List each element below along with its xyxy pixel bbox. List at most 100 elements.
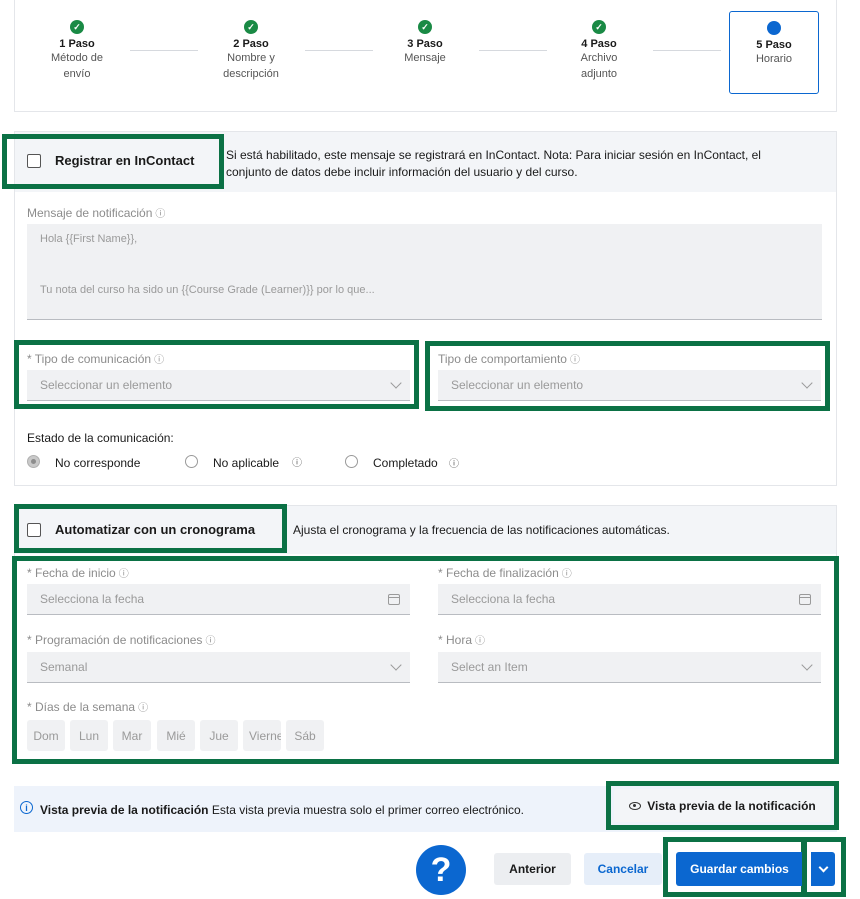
start-date-picker[interactable]: Selecciona la fecha bbox=[27, 584, 410, 615]
end-date-picker[interactable]: Selecciona la fecha bbox=[438, 584, 821, 615]
schedule-description: Ajusta el cronograma y la frecuencia de … bbox=[293, 523, 670, 537]
info-icon: ⓘ bbox=[475, 636, 486, 647]
notification-label-text: Mensaje de notificación bbox=[27, 206, 153, 220]
start-date-placeholder: Selecciona la fecha bbox=[40, 592, 145, 606]
comm-status-label: Estado de la comunicación: bbox=[27, 431, 174, 445]
check-icon: ✓ bbox=[418, 20, 432, 34]
step-title: 4 Paso bbox=[581, 38, 617, 50]
message-line: Hola {{First Name}}, bbox=[40, 233, 138, 245]
schedule-label: Automatizar con un cronograma bbox=[55, 522, 256, 537]
step-sub: adjunto bbox=[580, 68, 618, 80]
step-sub: Nombre y bbox=[227, 52, 275, 64]
preview-info: Vista previa de la notificación Esta vis… bbox=[40, 803, 524, 817]
info-icon: ⓘ bbox=[561, 569, 572, 580]
comm-type-label: * Tipo de comunicación ⓘ bbox=[27, 351, 164, 366]
stepper: ✓ 1 Paso Método de envío ✓ 2 Paso Nombre… bbox=[14, 0, 837, 112]
step-5[interactable]: 5 Paso Horario bbox=[729, 11, 819, 94]
eye-icon bbox=[629, 801, 642, 810]
incontact-desc-line: conjunto de datos debe incluir informaci… bbox=[226, 165, 578, 179]
step-connector bbox=[305, 50, 373, 51]
chevron-down-icon bbox=[390, 659, 402, 671]
step-sub: Archivo bbox=[580, 52, 618, 64]
preview-notification-button[interactable]: Vista previa de la notificación bbox=[614, 789, 831, 822]
chevron-down-icon bbox=[801, 659, 813, 671]
step-sub: Horario bbox=[755, 53, 793, 65]
message-line: Tu nota del curso ha sido un {{Course Gr… bbox=[40, 284, 375, 296]
radio-no-aplicable[interactable] bbox=[185, 455, 198, 468]
schedule-frequency-select[interactable]: Semanal bbox=[27, 652, 410, 683]
cancel-button[interactable]: Cancelar bbox=[584, 853, 662, 885]
start-date-label: * Fecha de inicio ⓘ bbox=[27, 565, 129, 580]
calendar-icon bbox=[388, 594, 400, 605]
check-icon: ✓ bbox=[592, 20, 606, 34]
incontact-desc-line: Si está habilitado, este mensaje se regi… bbox=[226, 148, 761, 162]
incontact-label: Registrar en InContact bbox=[55, 153, 195, 168]
info-icon: ⓘ bbox=[449, 459, 459, 470]
chevron-down-icon bbox=[390, 377, 402, 389]
day-toggle-sab[interactable]: Sáb bbox=[286, 720, 324, 751]
behavior-type-select[interactable]: Seleccionar un elemento bbox=[438, 370, 821, 401]
step-sub: Mensaje bbox=[404, 52, 446, 64]
day-toggle-lun[interactable]: Lun bbox=[70, 720, 108, 751]
chevron-down-icon bbox=[818, 862, 828, 872]
day-toggle-dom[interactable]: Dom bbox=[27, 720, 65, 751]
save-changes-button[interactable]: Guardar cambios bbox=[676, 852, 803, 886]
notification-label: Mensaje de notificación ⓘ bbox=[27, 205, 165, 220]
hour-label: * Hora ⓘ bbox=[438, 632, 485, 647]
step-sub: envío bbox=[63, 68, 91, 80]
behavior-type-placeholder: Seleccionar un elemento bbox=[451, 378, 584, 392]
hour-label-text: * Hora bbox=[438, 633, 473, 647]
calendar-icon bbox=[799, 594, 811, 605]
save-options-dropdown[interactable] bbox=[811, 852, 835, 886]
step-connector bbox=[653, 50, 721, 51]
radio-label: Completado bbox=[373, 456, 438, 470]
hour-placeholder: Select an Item bbox=[451, 660, 528, 674]
day-toggle-jue[interactable]: Jue bbox=[200, 720, 238, 751]
schedule-checkbox[interactable] bbox=[27, 523, 41, 537]
back-button[interactable]: Anterior bbox=[494, 853, 571, 885]
info-icon: ⓘ bbox=[569, 355, 580, 366]
step-1[interactable]: ✓ 1 Paso Método de envío bbox=[32, 0, 122, 82]
step-title: 5 Paso bbox=[756, 39, 792, 51]
radio-completado[interactable] bbox=[345, 455, 358, 468]
end-date-placeholder: Selecciona la fecha bbox=[451, 592, 556, 606]
step-connector bbox=[130, 50, 198, 51]
radio-label: No aplicable bbox=[213, 456, 280, 470]
preview-description: Esta vista previa muestra solo el primer… bbox=[211, 803, 524, 817]
step-4[interactable]: ✓ 4 Paso Archivo adjunto bbox=[554, 0, 644, 82]
current-step-icon bbox=[767, 21, 781, 35]
behavior-type-label: Tipo de comportamiento ⓘ bbox=[438, 351, 580, 366]
weekdays-label-text: * Días de la semana bbox=[27, 700, 136, 714]
weekdays-label: * Días de la semana ⓘ bbox=[27, 699, 148, 714]
notification-message-field[interactable]: Hola {{First Name}}, Tu nota del curso h… bbox=[27, 224, 822, 320]
start-date-label-text: * Fecha de inicio bbox=[27, 566, 116, 580]
radio-label: No corresponde bbox=[55, 456, 141, 470]
check-icon: ✓ bbox=[244, 20, 258, 34]
day-toggle-mie[interactable]: Mié bbox=[157, 720, 195, 751]
schedule-frequency-label: * Programación de notificaciones ⓘ bbox=[27, 632, 215, 647]
day-toggle-mar[interactable]: Mar bbox=[113, 720, 151, 751]
step-sub: descripción bbox=[223, 68, 279, 80]
step-sub: Método de bbox=[51, 52, 103, 64]
info-icon: i bbox=[20, 801, 33, 814]
help-button[interactable]: ? bbox=[416, 845, 466, 895]
check-icon: ✓ bbox=[70, 20, 84, 34]
comm-type-placeholder: Seleccionar un elemento bbox=[40, 378, 173, 392]
comm-type-select[interactable]: Seleccionar un elemento bbox=[27, 370, 410, 401]
hour-select[interactable]: Select an Item bbox=[438, 652, 821, 683]
info-icon: ⓘ bbox=[138, 703, 149, 714]
incontact-checkbox[interactable] bbox=[27, 154, 41, 168]
step-title: 3 Paso bbox=[407, 38, 443, 50]
step-3[interactable]: ✓ 3 Paso Mensaje bbox=[380, 0, 470, 66]
schedule-frequency-label-text: * Programación de notificaciones bbox=[27, 633, 203, 647]
comm-type-label-text: * Tipo de comunicación bbox=[27, 352, 152, 366]
info-icon: ⓘ bbox=[154, 355, 165, 366]
step-2[interactable]: ✓ 2 Paso Nombre y descripción bbox=[206, 0, 296, 82]
preview-button-label: Vista previa de la notificación bbox=[647, 798, 816, 813]
radio-no-corresponde[interactable] bbox=[27, 455, 40, 468]
day-toggle-vie[interactable]: Vierne bbox=[243, 720, 281, 751]
info-icon: ⓘ bbox=[155, 209, 166, 220]
behavior-type-label-text: Tipo de comportamiento bbox=[438, 352, 567, 366]
step-title: 2 Paso bbox=[233, 38, 269, 50]
incontact-description: Si está habilitado, este mensaje se regi… bbox=[226, 147, 826, 181]
